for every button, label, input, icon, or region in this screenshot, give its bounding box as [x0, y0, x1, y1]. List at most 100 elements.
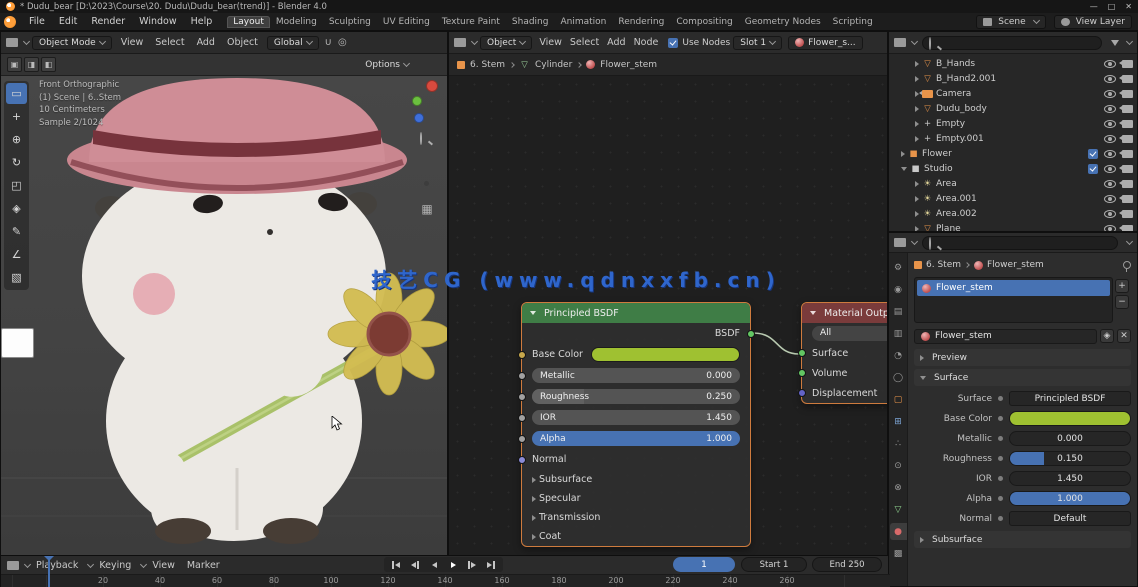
viewport-editor-type-icon[interactable]	[6, 38, 18, 47]
ior-socket[interactable]	[518, 414, 526, 422]
outliner-row[interactable]: ☀ Area	[889, 176, 1137, 191]
preview-section-header[interactable]: Preview	[914, 349, 1131, 366]
outliner-row[interactable]: ■ Studio	[889, 161, 1137, 176]
minimize-button[interactable]: —	[1090, 2, 1098, 11]
filter-icon[interactable]	[1111, 40, 1119, 46]
axis-x-handle[interactable]	[426, 80, 438, 92]
menu-edit[interactable]: Edit	[52, 16, 84, 27]
workspace-tab-sculpting[interactable]: Sculpting	[323, 16, 377, 28]
color-picker-swatch[interactable]	[1, 328, 34, 358]
frame-start-field[interactable]: Start 1	[741, 557, 807, 572]
playback-menu[interactable]: Playback	[30, 560, 84, 571]
menu-file[interactable]: File	[22, 16, 52, 27]
expand-icon[interactable]	[915, 61, 919, 67]
displacement-input-socket[interactable]	[798, 389, 806, 397]
use-nodes-checkbox[interactable]	[668, 38, 678, 48]
hide-viewport-icon[interactable]	[1104, 135, 1116, 143]
next-keyframe-button[interactable]	[464, 559, 480, 571]
render-tab-icon[interactable]: ◉	[890, 281, 907, 298]
target-dropdown[interactable]: All	[812, 326, 887, 341]
viewport-menu-view[interactable]: View	[115, 37, 150, 48]
viewport-menu-object[interactable]: Object	[221, 37, 264, 48]
zoom-icon[interactable]	[420, 133, 434, 147]
outliner-row[interactable]: ▽ B_Hand2.001	[889, 71, 1137, 86]
collection-checkbox[interactable]	[1088, 149, 1098, 159]
timeline-editor-type-icon[interactable]	[7, 561, 19, 570]
normal-field[interactable]: Default	[1009, 511, 1131, 526]
remove-slot-button[interactable]: −	[1115, 295, 1129, 309]
timeline-ruler[interactable]: 20 40 60 80 100 120 140 160 180 200 220 …	[1, 574, 890, 587]
subsurface-section-header[interactable]: Subsurface	[914, 531, 1131, 548]
output-node-header[interactable]: Material Output	[802, 303, 887, 323]
surface-section-header[interactable]: Surface	[914, 369, 1131, 386]
alpha-slider[interactable]: Alpha 1.000	[532, 431, 740, 446]
mode-dropdown[interactable]: Object Mode	[32, 36, 112, 50]
fake-user-button[interactable]: ◈	[1100, 329, 1114, 343]
hide-render-icon[interactable]	[1122, 180, 1133, 188]
hide-viewport-icon[interactable]	[1104, 210, 1116, 218]
surface-input-socket[interactable]	[798, 349, 806, 357]
expand-icon[interactable]	[915, 211, 919, 217]
hide-render-icon[interactable]	[1122, 150, 1133, 158]
view-menu[interactable]: View	[146, 560, 181, 571]
breadcrumb-object[interactable]: 6. Stem	[926, 260, 961, 270]
playhead[interactable]	[48, 556, 50, 587]
scene-selector[interactable]: Scene	[976, 15, 1045, 29]
hide-viewport-icon[interactable]	[1104, 60, 1116, 68]
hide-render-icon[interactable]	[1122, 210, 1133, 218]
expand-icon[interactable]	[915, 226, 919, 232]
constraints-tab-icon[interactable]: ⊗	[890, 479, 907, 496]
prev-keyframe-button[interactable]	[407, 559, 423, 571]
workspace-tab-layout[interactable]: Layout	[227, 16, 270, 28]
scale-tool[interactable]: ◰	[6, 175, 27, 196]
transform-orientation-dropdown[interactable]: Global	[267, 36, 319, 50]
select-box-tool[interactable]: ▭	[6, 83, 27, 104]
expand-icon[interactable]	[915, 181, 919, 187]
hide-render-icon[interactable]	[1122, 105, 1133, 113]
current-frame-field[interactable]: 1	[673, 557, 735, 572]
add-cube-tool[interactable]: ▧	[6, 267, 27, 288]
alpha-slider[interactable]: 1.000	[1009, 491, 1131, 506]
roughness-socket[interactable]	[518, 393, 526, 401]
breadcrumb-material[interactable]: Flower_stem	[987, 260, 1044, 270]
metallic-slider[interactable]: Metallic 0.000	[532, 368, 740, 383]
expand-icon[interactable]	[915, 136, 919, 142]
expand-icon[interactable]	[915, 196, 919, 202]
workspace-tab-modeling[interactable]: Modeling	[270, 16, 323, 28]
outliner-row[interactable]: ▽ Dudu_body	[889, 101, 1137, 116]
surface-shader-button[interactable]: Principled BSDF	[1009, 391, 1131, 406]
hide-viewport-icon[interactable]	[1104, 165, 1116, 173]
principled-node-header[interactable]: Principled BSDF	[522, 303, 750, 323]
roughness-slider[interactable]: 0.150	[1009, 451, 1131, 466]
particles-tab-icon[interactable]: ∴	[890, 435, 907, 452]
scene-tab-icon[interactable]: ◔	[890, 347, 907, 364]
ior-slider[interactable]: IOR 1.450	[532, 410, 740, 425]
properties-search-input[interactable]	[922, 236, 1118, 250]
shader-menu-node[interactable]: Node	[630, 37, 663, 48]
add-slot-button[interactable]: +	[1115, 279, 1129, 293]
expand-icon[interactable]	[915, 121, 919, 127]
hide-viewport-icon[interactable]	[1104, 180, 1116, 188]
hide-render-icon[interactable]	[1122, 90, 1133, 98]
hide-render-icon[interactable]	[1122, 225, 1133, 232]
jump-start-button[interactable]	[388, 559, 404, 571]
subsurface-panel[interactable]: Subsurface	[522, 470, 750, 489]
object-data-tab-icon[interactable]: ▽	[890, 501, 907, 518]
roughness-slider[interactable]: Roughness 0.250	[532, 389, 740, 404]
hide-viewport-icon[interactable]	[1104, 75, 1116, 83]
workspace-tab-rendering[interactable]: Rendering	[612, 16, 670, 28]
collapse-icon[interactable]	[530, 311, 536, 315]
annotate-tool[interactable]: ✎	[6, 221, 27, 242]
shader-type-dropdown[interactable]: Object	[480, 36, 532, 50]
expand-icon[interactable]	[915, 106, 919, 112]
snap-magnet-icon[interactable]: ∪	[322, 37, 335, 48]
hide-render-icon[interactable]	[1122, 165, 1133, 173]
base-color-swatch[interactable]	[591, 347, 740, 362]
outliner-row[interactable]: ☀ Area.001	[889, 191, 1137, 206]
frame-end-field[interactable]: End 250	[812, 557, 882, 572]
hide-render-icon[interactable]	[1122, 195, 1133, 203]
workspace-tab-geometry-nodes[interactable]: Geometry Nodes	[739, 16, 827, 28]
menu-help[interactable]: Help	[184, 16, 220, 27]
expand-icon[interactable]	[915, 76, 919, 82]
cursor-tool[interactable]: +	[6, 106, 27, 127]
